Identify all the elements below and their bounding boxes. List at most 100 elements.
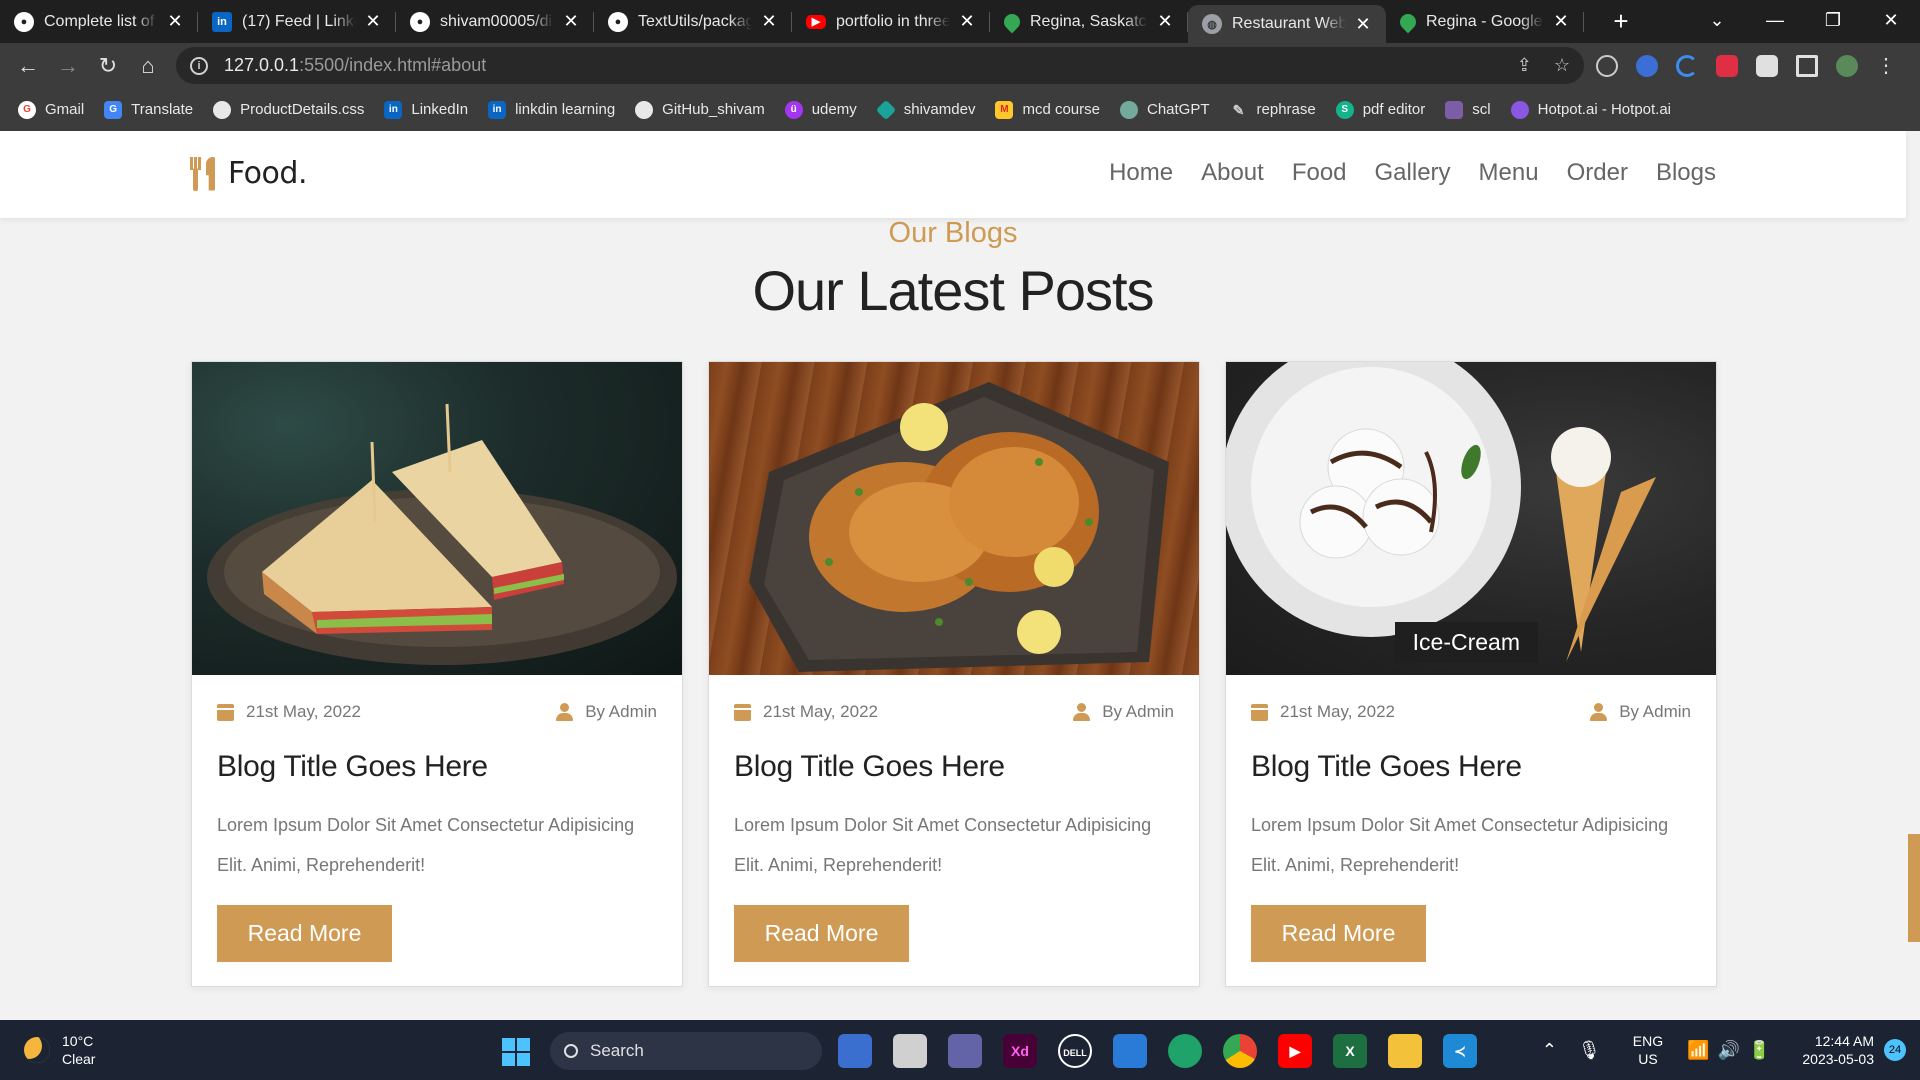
nav-menu[interactable]: Menu xyxy=(1479,159,1539,187)
forward-icon[interactable]: → xyxy=(48,53,88,79)
nav-about[interactable]: About xyxy=(1201,159,1264,187)
tab-search-icon[interactable]: ⌄ xyxy=(1688,10,1746,31)
close-tab-icon[interactable]: ✕ xyxy=(364,11,382,32)
bookmark-label: pdf editor xyxy=(1362,101,1426,118)
tab-title: Regina - Google M xyxy=(1426,12,1544,30)
close-tab-icon[interactable]: ✕ xyxy=(166,11,184,32)
bookmark-linkedin-learning[interactable]: in linkdin learning xyxy=(488,100,615,119)
taskbar-search[interactable]: Search xyxy=(550,1032,822,1070)
browser-tab[interactable]: ● Complete list of g ✕ xyxy=(0,0,198,43)
browser-toolbar: ← → ↻ ⌂ i 127.0.0.1:5500/index.html#abou… xyxy=(0,43,1920,88)
share-icon[interactable]: ⇪ xyxy=(1517,55,1532,76)
browser-tab[interactable]: in (17) Feed | Linked ✕ xyxy=(198,0,396,43)
bookmark-shivamdev[interactable]: shivamdev xyxy=(875,99,975,120)
task-view-icon[interactable] xyxy=(893,1034,927,1068)
close-tab-icon[interactable]: ✕ xyxy=(760,11,778,32)
bookmark-github[interactable]: GitHub_shivam xyxy=(635,100,765,119)
close-tab-icon[interactable]: ✕ xyxy=(562,11,580,32)
widgets-icon[interactable] xyxy=(838,1034,872,1068)
bookmark-linkedin[interactable]: in LinkedIn xyxy=(384,100,468,119)
browser-tab-strip: ● Complete list of g ✕ in (17) Feed | Li… xyxy=(0,0,1920,43)
chrome-icon[interactable] xyxy=(1223,1034,1257,1068)
browser-tab[interactable]: ● shivam00005/disr ✕ xyxy=(396,0,594,43)
home-icon[interactable]: ⌂ xyxy=(128,53,168,79)
post-date: 21st May, 2022 xyxy=(1280,702,1395,721)
youtube-icon[interactable]: ▶ xyxy=(1278,1034,1312,1068)
bookmark-translate[interactable]: G Translate xyxy=(104,100,194,119)
profile-avatar[interactable] xyxy=(1836,54,1858,77)
nav-home[interactable]: Home xyxy=(1109,159,1173,187)
nav-order[interactable]: Order xyxy=(1567,159,1628,187)
nav-gallery[interactable]: Gallery xyxy=(1375,159,1451,187)
extension-icon[interactable] xyxy=(1636,54,1658,77)
github-icon: ● xyxy=(608,11,628,32)
browser-tab[interactable]: ▶ portfolio in three ✕ xyxy=(792,0,990,43)
bookmark-mcd-course[interactable]: Mmcd course xyxy=(995,100,1100,119)
bookmark-label: rephrase xyxy=(1256,101,1316,118)
browser-tab[interactable]: Regina, Saskatche ✕ xyxy=(990,0,1188,43)
post-excerpt: Lorem Ipsum Dolor Sit Amet Consectetur A… xyxy=(1251,815,1669,875)
vscode-icon[interactable]: ≺ xyxy=(1443,1034,1477,1068)
post-title[interactable]: Blog Title Goes Here xyxy=(1251,750,1522,784)
teams-icon[interactable] xyxy=(948,1034,982,1068)
weather-widget[interactable]: 10°C Clear xyxy=(24,1032,95,1068)
close-tab-icon[interactable]: ✕ xyxy=(1552,11,1570,32)
extension-icon[interactable] xyxy=(1676,54,1698,77)
extension-icon[interactable] xyxy=(1596,54,1618,77)
edge-icon[interactable] xyxy=(1168,1034,1202,1068)
browser-tab[interactable]: ● TextUtils/package ✕ xyxy=(594,0,792,43)
folder-icon[interactable] xyxy=(1388,1034,1422,1068)
bookmark-hotpot[interactable]: Hotpot.ai - Hotpot.ai xyxy=(1510,100,1671,119)
window-controls: ⌄ — ❐ ✕ xyxy=(1688,0,1920,40)
language-indicator[interactable]: ENG US xyxy=(1633,1032,1663,1068)
tab-title: portfolio in three xyxy=(836,12,950,30)
address-bar[interactable]: i 127.0.0.1:5500/index.html#about ⇪ ☆ xyxy=(176,47,1584,84)
read-more-button[interactable]: Read More xyxy=(217,905,392,962)
windows-start-icon[interactable] xyxy=(502,1038,530,1066)
clock[interactable]: 12:44 AM 2023-05-03 xyxy=(1802,1032,1874,1068)
site-logo[interactable]: Food. xyxy=(190,156,307,191)
section-title: Our Latest Posts xyxy=(752,259,1154,322)
site-info-icon[interactable]: i xyxy=(190,56,208,75)
restore-icon[interactable]: ❐ xyxy=(1804,10,1862,31)
tray-icons[interactable]: ⌃ 🎙 xyxy=(1542,1040,1609,1061)
bookmark-scl[interactable]: scl xyxy=(1445,100,1491,119)
close-tab-icon[interactable]: ✕ xyxy=(1354,14,1372,35)
bookmark-star-icon[interactable]: ☆ xyxy=(1554,55,1570,76)
extension-icon[interactable] xyxy=(1716,54,1738,77)
adobe-xd-icon[interactable]: Xd xyxy=(1003,1034,1037,1068)
close-tab-icon[interactable]: ✕ xyxy=(1156,11,1174,32)
dell-icon[interactable]: DELL xyxy=(1058,1034,1092,1068)
post-title[interactable]: Blog Title Goes Here xyxy=(734,750,1005,784)
bookmark-chatgpt[interactable]: ChatGPT xyxy=(1119,100,1210,119)
bookmark-udemy[interactable]: ü udemy xyxy=(784,100,857,119)
bookmark-label: Translate xyxy=(131,101,194,118)
post-title[interactable]: Blog Title Goes Here xyxy=(217,750,488,784)
close-window-icon[interactable]: ✕ xyxy=(1862,10,1920,31)
tab-title: TextUtils/package xyxy=(638,12,752,30)
back-icon[interactable]: ← xyxy=(8,53,48,79)
read-more-button[interactable]: Read More xyxy=(734,905,909,962)
bookmark-productdetails[interactable]: ProductDetails.css xyxy=(213,100,364,119)
read-more-button[interactable]: Read More xyxy=(1251,905,1426,962)
moon-icon xyxy=(24,1037,50,1063)
menu-kebab-icon[interactable]: ⋮ xyxy=(1876,55,1896,77)
new-tab-button[interactable]: + xyxy=(1606,6,1636,37)
network-volume-battery-icons[interactable]: 📶🔊🔋 xyxy=(1687,1040,1778,1061)
bookmark-rephrase[interactable]: ✎ rephrase xyxy=(1230,101,1316,119)
browser-tab-active[interactable]: ◍ Restaurant Websi ✕ xyxy=(1188,5,1386,43)
minimize-icon[interactable]: — xyxy=(1746,10,1804,31)
nav-blogs[interactable]: Blogs xyxy=(1656,159,1716,187)
excel-icon[interactable]: X xyxy=(1333,1034,1367,1068)
bookmark-pdf-editor[interactable]: Spdf editor xyxy=(1335,100,1426,119)
browser-tab[interactable]: Regina - Google M ✕ xyxy=(1386,0,1584,43)
side-panel-icon[interactable] xyxy=(1796,54,1818,77)
puzzle-icon[interactable] xyxy=(1756,54,1778,77)
nav-food[interactable]: Food xyxy=(1292,159,1347,187)
close-tab-icon[interactable]: ✕ xyxy=(958,11,976,32)
bookmark-gmail[interactable]: G Gmail xyxy=(18,100,84,119)
mail-icon[interactable] xyxy=(1113,1034,1147,1068)
notification-badge[interactable]: 24 xyxy=(1884,1039,1906,1061)
page-scroll-indicator[interactable] xyxy=(1908,834,1920,942)
reload-icon[interactable]: ↻ xyxy=(88,53,128,79)
